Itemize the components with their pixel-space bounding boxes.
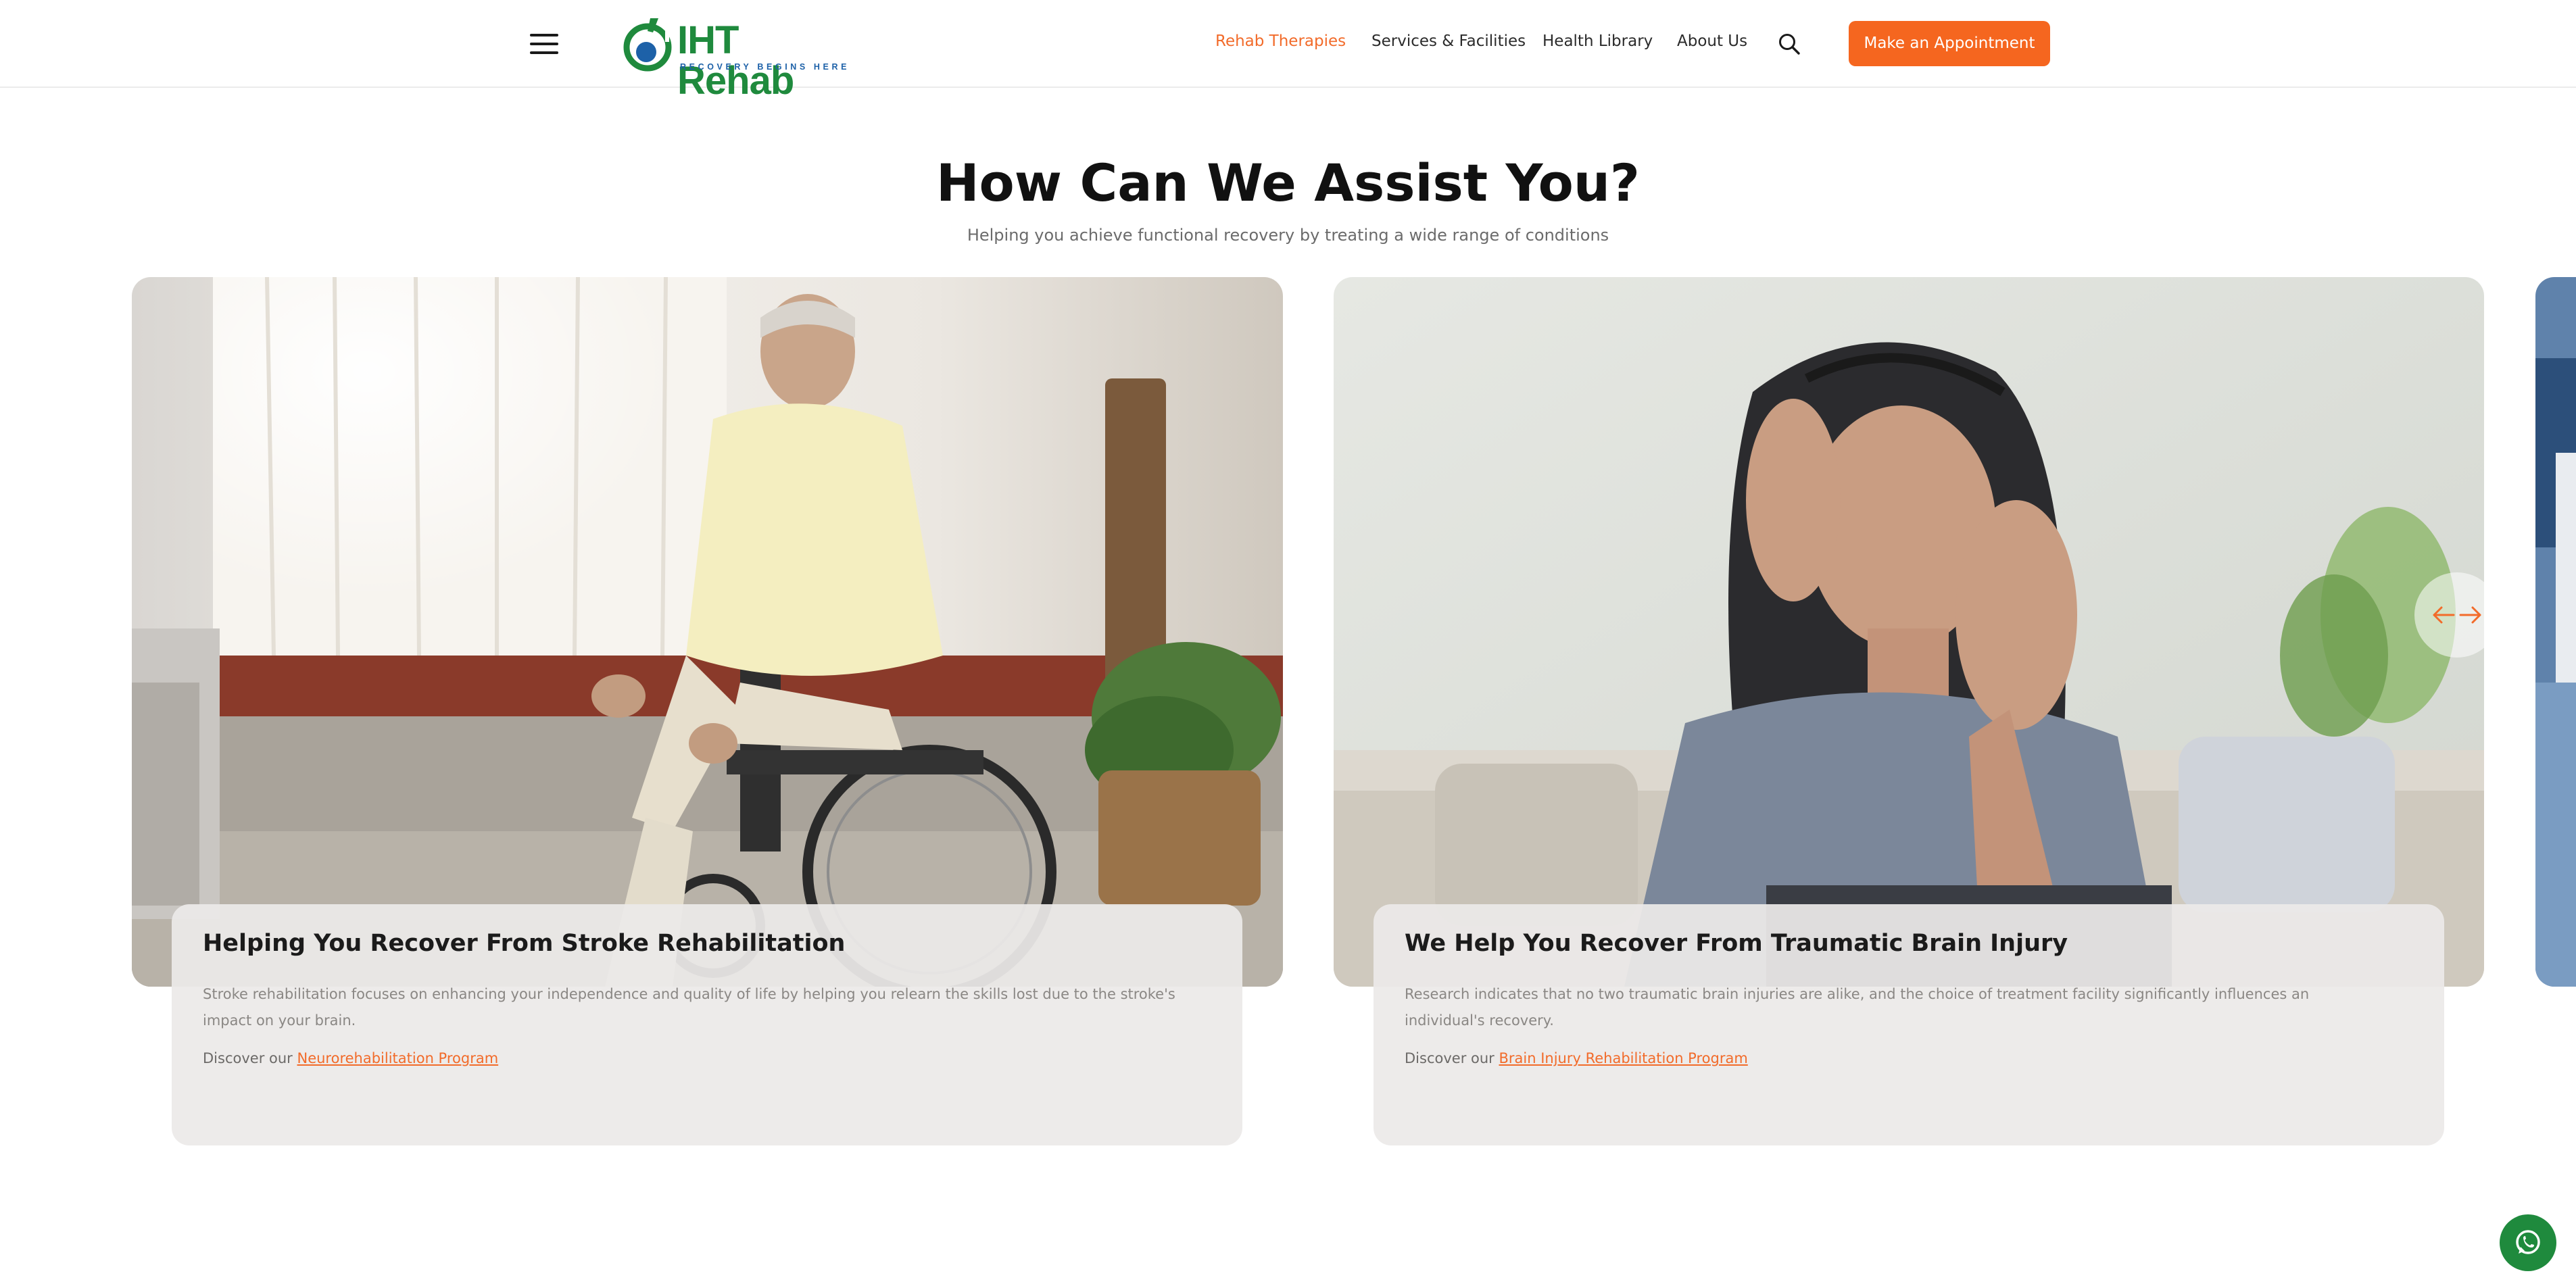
card-description: Research indicates that no two traumatic… [1405,986,2310,1029]
card-brain-injury-info: We Help You Recover From Traumatic Brain… [1374,904,2444,1145]
brain-injury-program-link[interactable]: Brain Injury Rehabilitation Program [1499,1050,1747,1066]
neurorehabilitation-program-link[interactable]: Neurorehabilitation Program [297,1050,498,1066]
logo-name: IHT Rehab [677,18,794,103]
card-image-brain-injury [1334,277,2484,987]
section-subtitle: Helping you achieve functional recovery … [967,226,1609,245]
nav-item-health-library[interactable]: Health Library [1542,32,1653,50]
page: IHT Rehab RECOVERY BEGINS HERE Rehab The… [0,0,2576,1284]
card-discover-line: Discover our Brain Injury Rehabilitation… [1405,1050,2413,1066]
nav-item-services-facilities[interactable]: Services & Facilities [1371,32,1526,50]
discover-prefix: Discover our [1405,1050,1494,1066]
card-title: Helping You Recover From Stroke Rehabili… [203,930,846,957]
card-image-stroke [132,277,1283,987]
logo-mark-icon [623,18,672,72]
make-appointment-button[interactable]: Make an Appointment [1849,21,2050,66]
nav-item-about-us[interactable]: About Us [1677,32,1747,50]
site-header: IHT Rehab RECOVERY BEGINS HERE Rehab The… [0,0,2576,101]
logo-tagline: RECOVERY BEGINS HERE [680,62,850,72]
whatsapp-icon [2516,1230,2540,1254]
card-discover-line: Discover our Neurorehabilitation Program [203,1050,1211,1066]
card-stroke-info: Helping You Recover From Stroke Rehabili… [172,904,1242,1145]
arrow-left-icon[interactable] [2432,606,2455,624]
site-logo[interactable]: IHT Rehab RECOVERY BEGINS HERE [623,15,846,101]
card-image-next-preview [2535,277,2576,987]
hamburger-menu-icon[interactable] [530,34,558,54]
section-title: How Can We Assist You? [935,153,1641,213]
arrow-right-icon[interactable] [2459,606,2482,624]
card-description: Stroke rehabilitation focuses on enhanci… [203,986,1175,1029]
discover-prefix: Discover our [203,1050,293,1066]
slider-controls [2414,572,2500,658]
search-icon[interactable] [1778,32,1801,55]
nav-item-rehab-therapies[interactable]: Rehab Therapies [1215,32,1346,50]
card-title: We Help You Recover From Traumatic Brain… [1405,930,2068,957]
whatsapp-chat-button[interactable] [2500,1214,2556,1271]
